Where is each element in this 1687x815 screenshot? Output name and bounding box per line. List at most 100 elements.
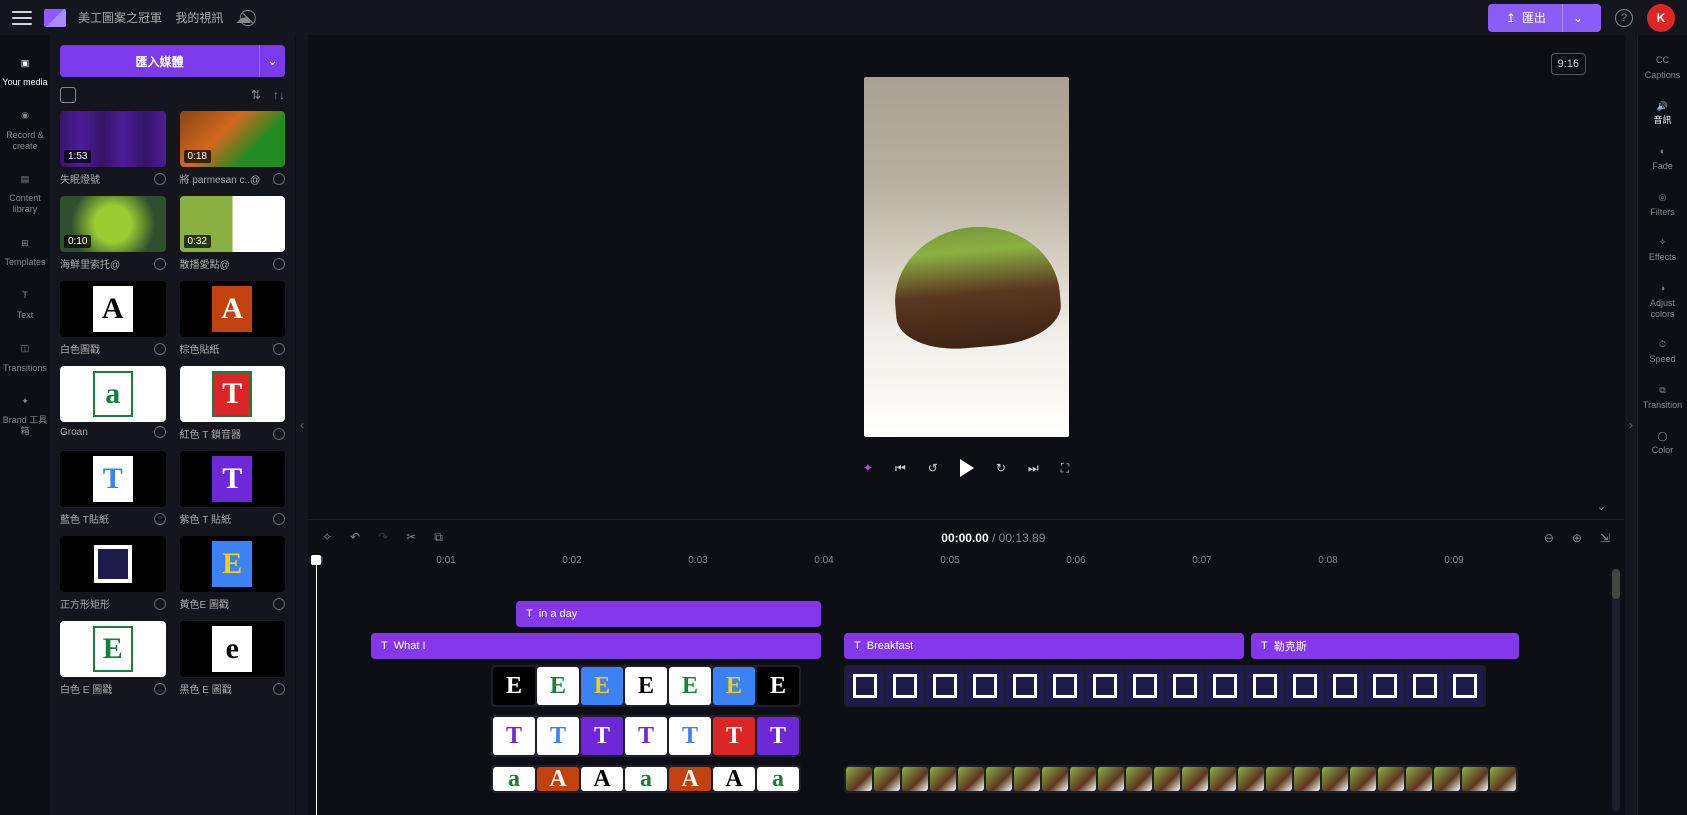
media-check-icon[interactable] xyxy=(273,258,285,270)
export-caret-icon[interactable]: ⌄ xyxy=(1562,4,1593,32)
text-clip[interactable]: TBreakfast xyxy=(844,633,1244,659)
text-clip[interactable]: Tin a day xyxy=(516,601,821,627)
media-item[interactable]: T紅色 T 鎖音器 xyxy=(180,366,286,441)
media-item[interactable]: E白色 E 圖戳 xyxy=(60,621,166,696)
media-check-icon[interactable] xyxy=(154,426,166,438)
copy-icon[interactable]: ⧉ xyxy=(434,530,443,545)
rewind-icon[interactable]: ↺ xyxy=(928,461,938,475)
media-thumbnail[interactable]: E xyxy=(180,536,286,592)
undo-icon[interactable]: ↶ xyxy=(350,530,360,545)
timeline-ruler[interactable]: 00:010:020:030:040:050:060:070:080:09 xyxy=(316,555,1624,573)
media-check-icon[interactable] xyxy=(273,428,285,440)
media-check-icon[interactable] xyxy=(154,173,166,185)
filter-icon[interactable]: ⇅ xyxy=(251,88,261,102)
skip-start-icon[interactable]: ⏮ xyxy=(895,461,906,476)
timeline[interactable]: 00:010:020:030:040:050:060:070:080:09 Ti… xyxy=(308,555,1624,815)
rightrail-speed[interactable]: ⏱Speed xyxy=(1638,329,1687,375)
expand-toggle-icon[interactable]: ⌄ xyxy=(1597,500,1606,513)
media-item[interactable]: T紫色 T 貼紙 xyxy=(180,451,286,526)
rightrail-adjust-colors[interactable]: ◑Adjust colors xyxy=(1638,273,1687,329)
forward-icon[interactable]: ↻ xyxy=(996,461,1006,475)
import-media-button[interactable]: 匯入媒體 ⌄ xyxy=(60,45,285,77)
collapse-panel-icon[interactable]: ‹ xyxy=(295,35,308,815)
rightrail-fade[interactable]: ◐Fade xyxy=(1638,136,1687,182)
rightrail-audio[interactable]: 🔊音訊 xyxy=(1638,91,1687,137)
media-check-icon[interactable] xyxy=(154,258,166,270)
media-item[interactable]: 1:53失眠燈號 xyxy=(60,111,166,186)
toolrail-text[interactable]: TText xyxy=(0,278,50,329)
video-tab-label[interactable]: 我的視訊 xyxy=(175,11,223,25)
zoom-in-icon[interactable]: ⊕ xyxy=(1572,531,1582,545)
clip-strip[interactable]: EEEEEEE xyxy=(491,665,801,707)
media-check-icon[interactable] xyxy=(273,343,285,355)
aspect-ratio-badge[interactable]: 9:16 xyxy=(1551,53,1586,75)
play-button[interactable] xyxy=(960,459,974,477)
cut-icon[interactable]: ✂ xyxy=(406,530,416,545)
toolrail-transitions[interactable]: ◫Transitions xyxy=(0,331,50,382)
toolrail-your-media[interactable]: ▣Your media xyxy=(0,45,50,96)
rightrail-color[interactable]: ◯Color xyxy=(1638,421,1687,467)
media-thumbnail[interactable]: 0:18 xyxy=(180,111,286,167)
avatar[interactable]: K xyxy=(1647,4,1675,32)
clip-strip[interactable] xyxy=(844,765,1518,793)
help-icon[interactable]: ? xyxy=(1615,9,1633,27)
fit-icon[interactable]: ⇲ xyxy=(1600,531,1610,545)
clip-strip[interactable]: aAAaAAa xyxy=(491,765,801,793)
media-item[interactable]: aGroan xyxy=(60,366,166,441)
hamburger-menu-icon[interactable] xyxy=(12,11,32,25)
media-check-icon[interactable] xyxy=(273,173,285,185)
rightrail-effects[interactable]: ✧Effects xyxy=(1638,227,1687,273)
media-item[interactable]: A白色圖戳 xyxy=(60,281,166,356)
toolrail-content-library[interactable]: ▤Content library xyxy=(0,161,50,223)
media-check-icon[interactable] xyxy=(273,683,285,695)
toolrail-record[interactable]: ◉Record & create xyxy=(0,98,50,160)
cloud-sync-icon[interactable]: ☁︎⃠ xyxy=(235,8,251,28)
sort-icon[interactable]: ↑↓ xyxy=(273,88,285,102)
project-name[interactable]: 美工圖案之冠軍 xyxy=(78,11,162,25)
media-check-icon[interactable] xyxy=(154,683,166,695)
export-button[interactable]: ↥匯出 ⌄ xyxy=(1488,4,1601,32)
media-item[interactable]: 正方形矩形 xyxy=(60,536,166,611)
timeline-scrollbar[interactable] xyxy=(1612,569,1620,811)
media-item[interactable]: A棕色貼紙 xyxy=(180,281,286,356)
rightrail-transition[interactable]: ⧉Transition xyxy=(1638,375,1687,421)
zoom-out-icon[interactable]: ⊖ xyxy=(1544,531,1554,545)
media-item[interactable]: e黑色 E 圖戳 xyxy=(180,621,286,696)
media-thumbnail[interactable]: E xyxy=(60,621,166,677)
media-item[interactable]: 0:18將 parmesan c..@ xyxy=(180,111,286,186)
media-item[interactable]: T藍色 T貼紙 xyxy=(60,451,166,526)
rightrail-captions[interactable]: CCCaptions xyxy=(1638,45,1687,91)
media-thumbnail[interactable]: 0:32 xyxy=(180,196,286,252)
select-all-checkbox[interactable] xyxy=(60,87,76,103)
magic-icon[interactable]: ✦ xyxy=(863,461,873,475)
rightrail-filters[interactable]: ◎Filters xyxy=(1638,182,1687,228)
media-check-icon[interactable] xyxy=(154,513,166,525)
toolrail-brand-kit[interactable]: ✦Brand 工具箱 xyxy=(0,383,50,445)
media-check-icon[interactable] xyxy=(273,598,285,610)
playhead[interactable] xyxy=(316,555,317,815)
media-check-icon[interactable] xyxy=(154,598,166,610)
media-thumbnail[interactable]: 1:53 xyxy=(60,111,166,167)
preview-canvas[interactable] xyxy=(864,77,1069,437)
collapse-right-panel-icon[interactable]: › xyxy=(1624,35,1637,815)
text-clip[interactable]: T勒克斯 xyxy=(1251,633,1519,659)
media-item[interactable]: E黃色E 圖戳 xyxy=(180,536,286,611)
media-check-icon[interactable] xyxy=(154,343,166,355)
redo-icon[interactable]: ↷ xyxy=(378,530,388,545)
skip-end-icon[interactable]: ⏭ xyxy=(1028,461,1039,476)
media-thumbnail[interactable]: e xyxy=(180,621,286,677)
media-thumbnail[interactable]: T xyxy=(180,366,286,422)
media-thumbnail[interactable]: 0:10 xyxy=(60,196,166,252)
media-thumbnail[interactable]: A xyxy=(60,281,166,337)
media-thumbnail[interactable] xyxy=(60,536,166,592)
media-item[interactable]: 0:32散播愛點@ xyxy=(180,196,286,271)
text-clip[interactable]: TWhat I xyxy=(371,633,821,659)
media-thumbnail[interactable]: a xyxy=(60,366,166,422)
clip-strip[interactable]: TTTTTTT xyxy=(491,715,801,757)
toolrail-templates[interactable]: ⊞Templates xyxy=(0,225,50,276)
media-thumbnail[interactable]: T xyxy=(180,451,286,507)
media-item[interactable]: 0:10海鮮里索托@ xyxy=(60,196,166,271)
fullscreen-icon[interactable]: ⛶ xyxy=(1061,461,1069,476)
ai-icon[interactable]: ✧ xyxy=(322,530,332,545)
media-check-icon[interactable] xyxy=(273,513,285,525)
